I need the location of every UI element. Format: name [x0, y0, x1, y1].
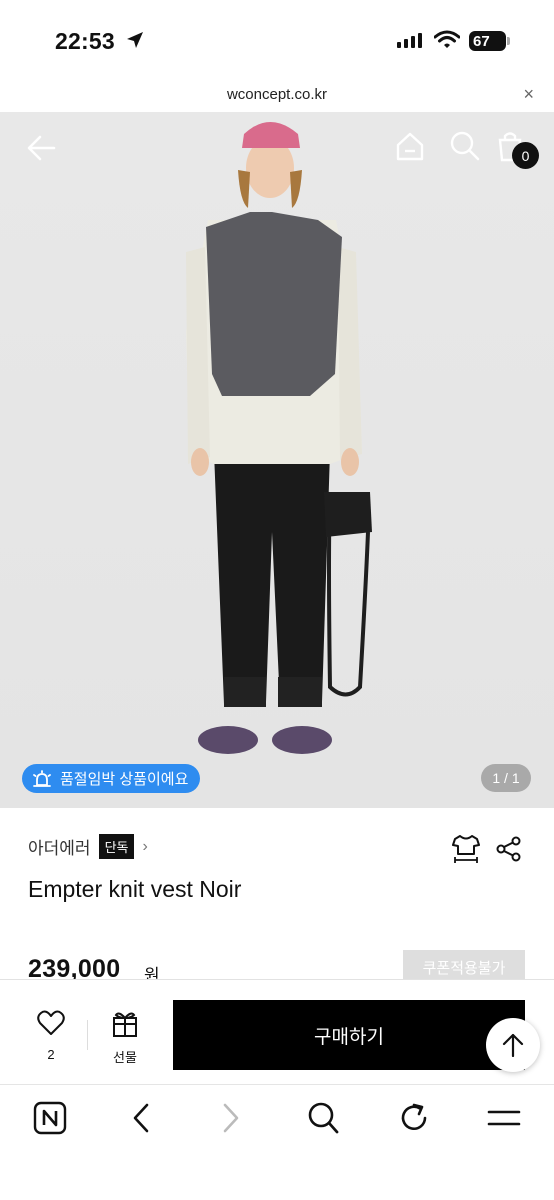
purchase-bar: 2 선물 구매하기	[0, 980, 554, 1084]
product-photo	[186, 122, 372, 754]
brand-link[interactable]: 아더에러 단독 ›	[28, 834, 148, 859]
browser-url-bar[interactable]: wconcept.co.kr ×	[0, 80, 554, 112]
battery-cap	[507, 37, 510, 45]
heart-icon[interactable]	[37, 1010, 65, 1036]
soldout-text: 품절임박 상품이에요	[60, 771, 189, 788]
chevron-left-icon[interactable]	[130, 1101, 152, 1135]
image-page-indicator: 1 / 1	[481, 764, 531, 792]
refresh-icon[interactable]	[398, 1101, 430, 1135]
soldout-soon-badge: 품절임박 상품이에요	[22, 764, 201, 793]
location-arrow-icon	[127, 32, 143, 48]
scroll-top-button[interactable]	[486, 1018, 540, 1072]
share-icon[interactable]	[496, 836, 522, 862]
gift-button[interactable]: 선물	[100, 1010, 150, 1066]
product-title: Empter knit vest Noir	[28, 876, 242, 902]
battery-level: 67	[473, 32, 490, 50]
search-icon[interactable]	[307, 1101, 339, 1135]
size-guide-icon[interactable]	[452, 834, 480, 864]
back-arrow-icon[interactable]	[26, 132, 58, 164]
like-count: 2	[47, 1047, 55, 1062]
status-bar: 22:53 67	[0, 0, 554, 80]
product-image-gallery[interactable]: 0 품절임박 상품이에요 1 / 1	[0, 112, 554, 808]
browser-toolbar	[0, 1084, 554, 1200]
menu-icon[interactable]	[487, 1101, 521, 1135]
gift-label: 선물	[113, 1050, 137, 1065]
chevron-right-icon[interactable]	[220, 1101, 242, 1135]
arrow-up-icon[interactable]	[502, 1033, 524, 1057]
like-button[interactable]: 2	[26, 1010, 76, 1062]
home-icon[interactable]	[394, 130, 426, 162]
naver-icon[interactable]	[33, 1101, 67, 1135]
close-icon[interactable]: ×	[523, 84, 534, 105]
status-time: 22:53	[55, 28, 115, 54]
alarm-icon	[33, 769, 51, 787]
cellular-signal-icon	[397, 33, 422, 48]
url-text[interactable]: wconcept.co.kr	[0, 86, 554, 103]
coupon-unavailable-button[interactable]: 쿠폰적용불가	[403, 950, 525, 984]
search-icon[interactable]	[449, 130, 481, 162]
divider	[87, 1020, 88, 1050]
gift-icon[interactable]	[111, 1010, 139, 1038]
chevron-right-icon[interactable]: ›	[142, 838, 147, 856]
buy-button[interactable]: 구매하기	[173, 1000, 525, 1070]
cart-count-badge[interactable]: 0	[512, 142, 539, 169]
brand-name[interactable]: 아더에러	[28, 834, 91, 859]
battery-indicator: 67	[469, 31, 506, 51]
wifi-icon	[434, 30, 460, 48]
exclusive-badge: 단독	[98, 834, 135, 859]
